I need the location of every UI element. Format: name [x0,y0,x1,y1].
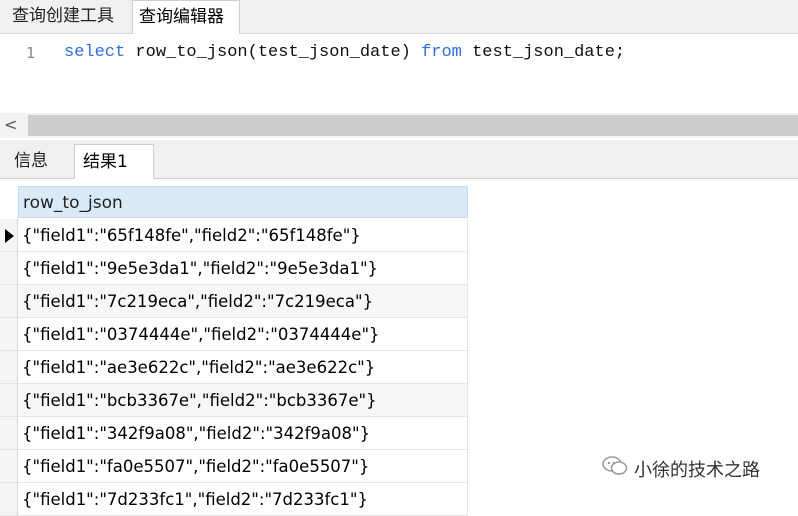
table-row[interactable]: {"field1":"9e5e3da1","field2":"9e5e3da1"… [0,252,468,285]
scroll-left-icon[interactable]: < [4,115,22,135]
table-row[interactable]: {"field1":"bcb3367e","field2":"bcb3367e"… [0,384,468,417]
table-row[interactable]: {"field1":"ae3e622c","field2":"ae3e622c"… [0,351,468,384]
sql-editor[interactable]: 1 select row_to_json(test_json_date) fro… [0,34,798,112]
horizontal-scrollbar[interactable]: < [0,113,798,138]
table-cell[interactable]: {"field1":"7c219eca","field2":"7c219eca"… [18,285,468,318]
table-cell[interactable]: {"field1":"fa0e5507","field2":"fa0e5507"… [18,450,468,483]
table-row[interactable]: {"field1":"342f9a08","field2":"342f9a08"… [0,417,468,450]
table-cell[interactable]: {"field1":"7d233fc1","field2":"7d233fc1"… [18,483,468,516]
wechat-icon [602,455,628,487]
table-cell[interactable]: {"field1":"342f9a08","field2":"342f9a08"… [18,417,468,450]
keyword-select: select [64,43,126,62]
table-row[interactable]: {"field1":"7d233fc1","field2":"7d233fc1"… [0,483,468,516]
keyword-from: from [421,43,462,62]
current-row-arrow-icon [5,229,14,243]
code-text: test_json_date; [461,43,626,62]
table-row[interactable]: {"field1":"fa0e5507","field2":"fa0e5507"… [0,450,468,483]
table-cell[interactable]: {"field1":"ae3e622c","field2":"ae3e622c"… [18,351,468,384]
table-cell[interactable]: {"field1":"65f148fe","field2":"65f148fe"… [18,219,468,252]
watermark: 小徐的技术之路 [602,455,760,485]
code-text: row_to_json(test_json_date) [125,43,422,62]
tab-result-1[interactable]: 结果1 [74,144,154,179]
row-indicator[interactable] [0,285,18,318]
line-number: 1 [26,44,36,62]
scrollbar-thumb[interactable] [28,115,798,136]
row-indicator[interactable] [0,450,18,483]
row-indicator[interactable] [0,219,18,252]
tab-query-builder[interactable]: 查询创建工具 [6,0,126,33]
row-indicator[interactable] [0,351,18,384]
row-indicator[interactable] [0,318,18,351]
tab-query-editor[interactable]: 查询编辑器 [132,0,240,34]
table-cell[interactable]: {"field1":"9e5e3da1","field2":"9e5e3da1"… [18,252,468,285]
table-row[interactable]: {"field1":"0374444e","field2":"0374444e"… [0,318,468,351]
table-row[interactable]: {"field1":"7c219eca","field2":"7c219eca"… [0,285,468,318]
sql-code-line[interactable]: select row_to_json(test_json_date) from … [64,43,625,62]
watermark-text: 小徐的技术之路 [634,460,760,481]
table-cell[interactable]: {"field1":"bcb3367e","field2":"bcb3367e"… [18,384,468,417]
result-tab-bar: 信息 结果1 [0,140,798,179]
row-indicator[interactable] [0,483,18,516]
table-row[interactable]: {"field1":"65f148fe","field2":"65f148fe"… [0,219,468,252]
row-indicator[interactable] [0,417,18,450]
line-gutter: 1 [0,34,60,112]
column-header-row-to-json[interactable]: row_to_json [18,186,468,218]
row-indicator[interactable] [0,384,18,417]
tab-info[interactable]: 信息 [6,144,70,178]
row-indicator[interactable] [0,252,18,285]
top-tab-bar: 查询创建工具 查询编辑器 [0,0,798,34]
table-cell[interactable]: {"field1":"0374444e","field2":"0374444e"… [18,318,468,351]
